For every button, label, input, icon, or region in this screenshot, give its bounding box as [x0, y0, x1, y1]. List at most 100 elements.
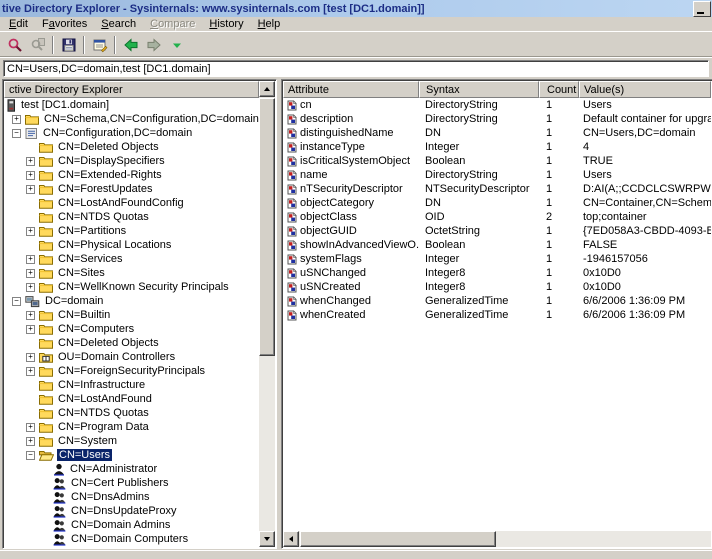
tree-scroll-thumb[interactable] [259, 98, 275, 356]
expand-icon[interactable]: + [26, 283, 35, 292]
tree-item[interactable]: CN=Infrastructure [4, 378, 259, 392]
tree-item[interactable]: CN=LostAndFound [4, 392, 259, 406]
expand-icon[interactable]: + [26, 367, 35, 376]
scroll-down-button[interactable] [259, 531, 275, 547]
tree-item[interactable]: CN=Administrator [4, 462, 259, 476]
scroll-left-button[interactable] [283, 531, 299, 547]
tree-item[interactable]: CN=Deleted Objects [4, 140, 259, 154]
attribute-name: whenChanged [300, 295, 371, 307]
tree-item[interactable]: +CN=Computers [4, 322, 259, 336]
tree-item[interactable]: CN=Domain Admins [4, 518, 259, 532]
back-button[interactable] [119, 34, 142, 56]
tree-item[interactable]: CN=Physical Locations [4, 238, 259, 252]
attribute-row[interactable]: objectClassOID2top;container [283, 210, 711, 224]
address-input[interactable] [3, 60, 709, 77]
tree-item[interactable]: CN=DnsUpdateProxy [4, 504, 259, 518]
tree-item[interactable]: +CN=System [4, 434, 259, 448]
scroll-up-button[interactable] [259, 81, 275, 97]
expand-icon[interactable]: + [26, 269, 35, 278]
expand-icon[interactable]: + [26, 255, 35, 264]
menu-search[interactable]: Search [95, 17, 144, 32]
properties-button[interactable] [88, 34, 111, 56]
tree-item[interactable]: −CN=Configuration,DC=domain [4, 126, 259, 140]
search-button[interactable] [3, 34, 26, 56]
column-header-values[interactable]: Value(s) [579, 81, 711, 98]
tree-item[interactable]: CN=Domain Computers [4, 532, 259, 546]
expand-icon[interactable]: + [26, 437, 35, 446]
tree-item[interactable]: +CN=WellKnown Security Principals [4, 280, 259, 294]
attribute-row[interactable]: objectGUIDOctetString1{7ED058A3-CBDD-409… [283, 224, 711, 238]
attribute-row[interactable]: systemFlagsInteger1-1946157056 [283, 252, 711, 266]
tree-item-label: CN=LostAndFound [56, 393, 154, 405]
tree-item[interactable]: CN=DnsAdmins [4, 490, 259, 504]
menu-edit[interactable]: Edit [3, 17, 36, 32]
minimize-button[interactable] [693, 1, 711, 17]
expand-icon[interactable]: + [26, 325, 35, 334]
tree-item[interactable]: −DC=domain [4, 294, 259, 308]
collapse-icon[interactable]: − [12, 297, 21, 306]
tree-item[interactable]: +CN=Sites [4, 266, 259, 280]
attribute-row[interactable]: cnDirectoryString1Users [283, 98, 711, 112]
tree-item-label: CN=Schema,CN=Configuration,DC=domain [42, 113, 259, 125]
attribute-icon [287, 128, 297, 139]
attribute-row[interactable]: objectCategoryDN1CN=Container,CN=Schema,… [283, 196, 711, 210]
tree-item[interactable]: −CN=Users [4, 448, 259, 462]
attribute-row[interactable]: nTSecurityDescriptorNTSecurityDescriptor… [283, 182, 711, 196]
tree-item[interactable]: +CN=Builtin [4, 308, 259, 322]
attributes-scroll-thumb[interactable] [300, 531, 496, 547]
attributes-horizontal-scrollbar[interactable] [283, 531, 711, 547]
values-cell: CN=Users,DC=domain [579, 127, 711, 139]
expand-icon[interactable]: + [26, 157, 35, 166]
menu-help[interactable]: Help [252, 17, 289, 32]
tree-item[interactable]: CN=NTDS Quotas [4, 406, 259, 420]
collapse-icon[interactable]: − [12, 129, 21, 138]
attribute-row[interactable]: uSNCreatedInteger810x10D0 [283, 280, 711, 294]
attribute-row[interactable]: showInAdvancedViewO...Boolean1FALSE [283, 238, 711, 252]
folder-icon [39, 253, 53, 265]
tree-item[interactable]: +CN=ForestUpdates [4, 182, 259, 196]
tree-item[interactable]: +CN=Services [4, 252, 259, 266]
tree-item[interactable]: +CN=ForeignSecurityPrincipals [4, 364, 259, 378]
tree-item[interactable]: CN=Domain Controllers [4, 546, 259, 547]
column-header-count[interactable]: Count [539, 81, 579, 98]
expand-icon[interactable]: + [26, 185, 35, 194]
attribute-row[interactable]: isCriticalSystemObjectBoolean1TRUE [283, 154, 711, 168]
expand-icon[interactable]: + [26, 353, 35, 362]
count-cell: 1 [539, 267, 579, 279]
column-header-attribute[interactable]: Attribute [283, 81, 419, 98]
tree-item[interactable]: +CN=DisplaySpecifiers [4, 154, 259, 168]
tree-item[interactable]: CN=NTDS Quotas [4, 210, 259, 224]
attribute-row[interactable]: descriptionDirectoryString1Default conta… [283, 112, 711, 126]
tree-item[interactable]: test [DC1.domain] [4, 98, 259, 112]
tree-item[interactable]: + CN=Schema,CN=Configuration,DC=domain [4, 112, 259, 126]
attribute-row[interactable]: whenCreatedGeneralizedTime16/6/2006 1:36… [283, 308, 711, 322]
history-dropdown-button[interactable] [165, 34, 188, 56]
expand-icon[interactable]: + [26, 311, 35, 320]
attribute-name: uSNCreated [300, 281, 361, 293]
properties-icon [92, 37, 108, 53]
tree-item[interactable]: +CN=Partitions [4, 224, 259, 238]
menu-history[interactable]: History [203, 17, 251, 32]
attribute-row[interactable]: instanceTypeInteger14 [283, 140, 711, 154]
tree-item[interactable]: +CN=Program Data [4, 420, 259, 434]
attribute-row[interactable]: nameDirectoryString1Users [283, 168, 711, 182]
expand-icon[interactable]: + [26, 171, 35, 180]
tree-item[interactable]: +OU=Domain Controllers [4, 350, 259, 364]
titlebar[interactable]: tive Directory Explorer - Sysinternals: … [0, 0, 712, 17]
attribute-row[interactable]: distinguishedNameDN1CN=Users,DC=domain [283, 126, 711, 140]
tree-item[interactable]: CN=Deleted Objects [4, 336, 259, 350]
expand-icon[interactable]: + [26, 227, 35, 236]
expand-icon[interactable]: + [26, 423, 35, 432]
expand-icon[interactable]: + [12, 115, 21, 124]
tree-item[interactable]: CN=LostAndFoundConfig [4, 196, 259, 210]
menu-favorites[interactable]: Favorites [36, 17, 95, 32]
collapse-icon[interactable]: − [26, 451, 35, 460]
attribute-row[interactable]: whenChangedGeneralizedTime16/6/2006 1:36… [283, 294, 711, 308]
column-header-syntax[interactable]: Syntax [419, 81, 539, 98]
tree-item[interactable]: CN=Cert Publishers [4, 476, 259, 490]
tree-item[interactable]: +CN=Extended-Rights [4, 168, 259, 182]
attribute-icon [287, 142, 297, 153]
tree-vertical-scrollbar[interactable] [259, 81, 275, 547]
attribute-row[interactable]: uSNChangedInteger810x10D0 [283, 266, 711, 280]
save-button[interactable] [57, 34, 80, 56]
